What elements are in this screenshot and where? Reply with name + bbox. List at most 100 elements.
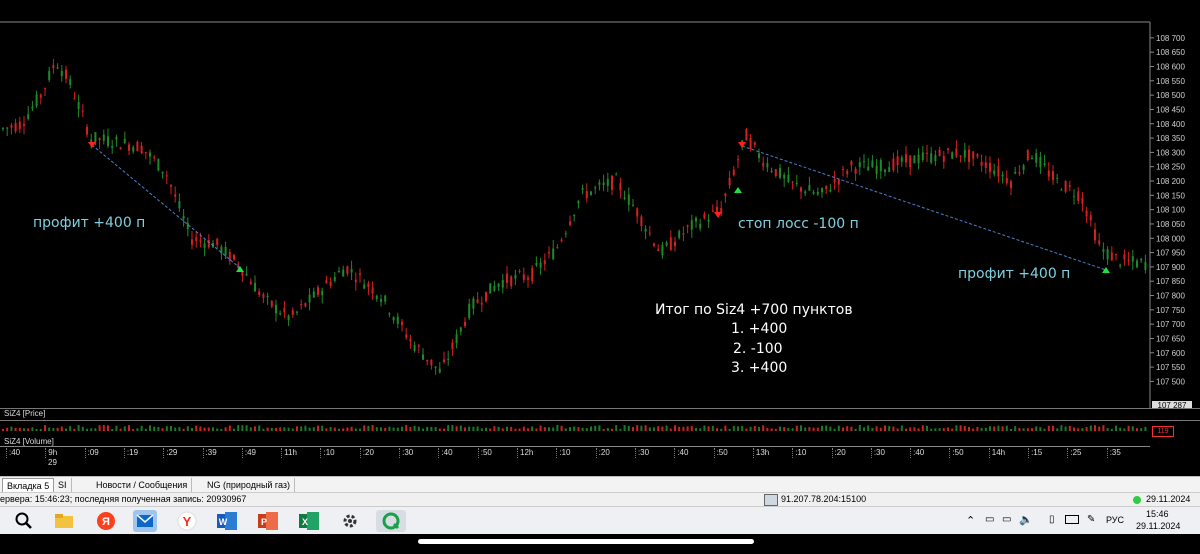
candle-down bbox=[636, 208, 639, 217]
volume-bar bbox=[640, 425, 643, 431]
volume-bar bbox=[795, 425, 798, 431]
volume-bar bbox=[44, 425, 46, 431]
volume-bar bbox=[602, 428, 605, 431]
candle-down bbox=[1094, 229, 1096, 241]
volume-bar bbox=[522, 426, 525, 431]
volume-bar bbox=[590, 426, 592, 431]
candle-down bbox=[98, 138, 101, 141]
volume-bar bbox=[430, 426, 433, 431]
powerpoint-icon[interactable]: P bbox=[256, 510, 280, 532]
volume-bar bbox=[161, 428, 164, 431]
volume-bar bbox=[779, 426, 781, 431]
candle-up bbox=[758, 153, 760, 159]
display-tray-icon[interactable]: ▭ bbox=[1002, 514, 1011, 525]
volume-bar bbox=[27, 428, 30, 431]
top-black-bar bbox=[0, 0, 1200, 20]
candle-up bbox=[350, 269, 353, 273]
clock-date[interactable]: 29.11.2024 bbox=[1136, 521, 1180, 531]
settings-gear-icon[interactable] bbox=[338, 510, 362, 532]
file-explorer-icon[interactable] bbox=[52, 510, 76, 532]
candle-down bbox=[1110, 252, 1113, 261]
time-axis-tick: :50 bbox=[949, 448, 964, 458]
phone-tray-icon[interactable]: ▯ bbox=[1049, 514, 1055, 525]
time-axis-tick: :40 bbox=[910, 448, 924, 458]
battery-icon[interactable] bbox=[1065, 515, 1079, 524]
volume-bar bbox=[611, 428, 613, 431]
volume-bar bbox=[304, 425, 307, 431]
word-icon[interactable]: W bbox=[215, 510, 239, 532]
volume-bar bbox=[23, 428, 25, 431]
candle-up bbox=[1119, 264, 1122, 267]
tab-si[interactable]: SI bbox=[54, 478, 72, 492]
candle-down bbox=[451, 342, 454, 350]
volume-bar bbox=[896, 428, 899, 431]
y-axis-label: 108 350 bbox=[1156, 134, 1185, 143]
volume-bar bbox=[476, 426, 479, 431]
network-tray-icon[interactable]: ▭ bbox=[985, 514, 994, 525]
candlestick-chart-svg[interactable]: 108 700 108 650 108 600 108 550 108 500 108 4… bbox=[0, 20, 1200, 410]
clock-time[interactable]: 15:46 bbox=[1146, 509, 1169, 519]
volume-bar bbox=[434, 427, 437, 431]
candle-down bbox=[833, 178, 836, 183]
candle-down bbox=[711, 210, 714, 212]
quik-app-icon[interactable] bbox=[376, 510, 406, 532]
candle-up bbox=[821, 188, 823, 193]
speaker-icon[interactable]: 🔈 bbox=[1019, 513, 1033, 526]
candle-down bbox=[968, 149, 970, 162]
candle-down bbox=[1089, 215, 1092, 221]
search-icon[interactable] bbox=[12, 510, 36, 532]
candle-down bbox=[165, 175, 168, 177]
tab-ng-gas[interactable]: NG (природный газ) bbox=[203, 478, 296, 492]
volume-bar bbox=[766, 428, 769, 431]
tab-news[interactable]: Новости / Сообщения bbox=[92, 478, 193, 492]
volume-bar bbox=[86, 428, 88, 431]
svg-text:W: W bbox=[219, 517, 228, 527]
candle-down bbox=[10, 125, 13, 128]
candle-down bbox=[405, 334, 408, 338]
chevron-up-icon[interactable]: ⌃ bbox=[966, 514, 975, 527]
candle-up bbox=[1106, 249, 1109, 260]
buy-marker bbox=[734, 187, 742, 193]
price-chart[interactable]: 108 700 108 650 108 600 108 550 108 500 108 4… bbox=[0, 20, 1200, 410]
home-indicator[interactable] bbox=[418, 539, 754, 544]
candle-up bbox=[581, 188, 584, 190]
tab-vkladka-5[interactable]: Вкладка 5 bbox=[2, 478, 55, 493]
time-axis-tick: :50 bbox=[477, 448, 492, 458]
candle-up bbox=[699, 223, 702, 229]
volume-bar bbox=[1094, 425, 1096, 431]
candle-up bbox=[879, 160, 882, 172]
y-axis-label: 108 550 bbox=[1156, 77, 1185, 86]
volume-bar bbox=[1068, 425, 1071, 431]
volume-bar bbox=[438, 428, 441, 431]
y-axis-label: 107 950 bbox=[1156, 249, 1185, 258]
candle-up bbox=[627, 194, 630, 205]
candle-up bbox=[829, 189, 832, 192]
pen-tray-icon[interactable]: ✎ bbox=[1087, 514, 1095, 525]
candle-up bbox=[312, 291, 315, 298]
volume-bar bbox=[413, 425, 416, 431]
volume-bar bbox=[636, 425, 639, 431]
buy-marker bbox=[1102, 267, 1110, 273]
annotation-profit-left: профит +400 п bbox=[33, 215, 146, 231]
candle-down bbox=[976, 154, 979, 157]
volume-bar bbox=[938, 428, 941, 431]
candle-down bbox=[153, 157, 156, 159]
mail-icon[interactable] bbox=[133, 510, 157, 532]
language-indicator[interactable]: РУС bbox=[1106, 515, 1124, 525]
yandex-browser-icon[interactable]: Y bbox=[175, 510, 199, 532]
candle-up bbox=[787, 174, 790, 182]
volume-bar bbox=[48, 427, 51, 431]
volume-bar bbox=[1031, 428, 1033, 431]
candle-down bbox=[527, 277, 529, 280]
volume-bar bbox=[1026, 428, 1029, 431]
volume-bar bbox=[875, 426, 878, 431]
excel-icon[interactable]: X bbox=[297, 510, 321, 532]
volume-bar bbox=[976, 426, 979, 431]
yandex-icon[interactable]: Я bbox=[94, 510, 118, 532]
volume-bar bbox=[989, 426, 991, 431]
candle-up bbox=[766, 162, 769, 168]
y-axis-label: 107 500 bbox=[1156, 377, 1185, 386]
candle-down bbox=[989, 162, 991, 172]
volume-panel[interactable] bbox=[0, 420, 1200, 439]
candle-up bbox=[308, 294, 311, 303]
